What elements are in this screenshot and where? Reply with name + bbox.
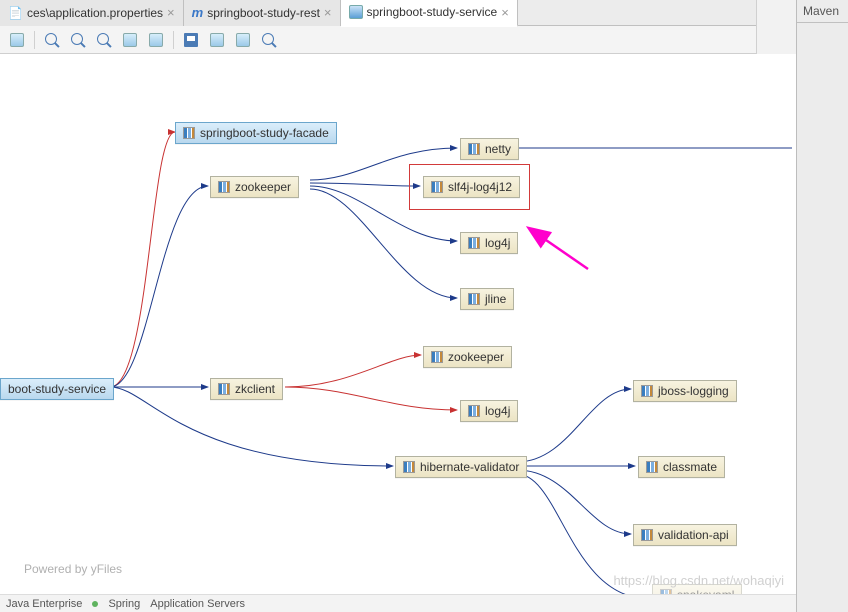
maven-label: Maven	[797, 0, 848, 23]
tab-application-properties[interactable]: 📄 ces\application.properties ×	[0, 0, 184, 26]
file-icon: 📄	[8, 6, 23, 20]
blog-watermark: https://blog.csdn.net/wohaqiyi	[613, 573, 784, 588]
edges-layer	[0, 54, 796, 594]
node-label: zookeeper	[448, 350, 504, 364]
print-button[interactable]	[232, 29, 254, 51]
module-icon	[646, 461, 658, 473]
tab-app-servers[interactable]: Application Servers	[150, 598, 245, 610]
node-label: validation-api	[658, 528, 729, 542]
zoom-reset-button[interactable]	[93, 29, 115, 51]
node-label: jboss-logging	[658, 384, 729, 398]
save-button[interactable]	[180, 29, 202, 51]
close-icon[interactable]: ×	[501, 5, 509, 20]
node-validation-api[interactable]: validation-api	[633, 524, 737, 546]
floppy-icon	[184, 33, 198, 47]
module-icon	[641, 385, 653, 397]
node-label: jline	[485, 292, 506, 306]
node-label: log4j	[485, 236, 510, 250]
node-zookeeper[interactable]: zookeeper	[210, 176, 299, 198]
module-icon	[468, 143, 480, 155]
layout-icon	[10, 33, 24, 47]
zoom-reset-icon	[97, 33, 111, 47]
find-button[interactable]	[258, 29, 280, 51]
group-icon	[149, 33, 163, 47]
dependency-graph-canvas[interactable]: boot-study-service springboot-study-faca…	[0, 54, 796, 594]
node-label: netty	[485, 142, 511, 156]
module-icon	[431, 351, 443, 363]
tab-spring[interactable]: Spring	[108, 598, 140, 610]
zoom-out-button[interactable]	[67, 29, 89, 51]
node-jboss-logging[interactable]: jboss-logging	[633, 380, 737, 402]
node-label: log4j	[485, 404, 510, 418]
node-netty[interactable]: netty	[460, 138, 519, 160]
node-label: zkclient	[235, 382, 275, 396]
node-zkclient[interactable]: zkclient	[210, 378, 283, 400]
node-hibernate-validator[interactable]: hibernate-validator	[395, 456, 527, 478]
node-label: hibernate-validator	[420, 460, 519, 474]
node-facade[interactable]: springboot-study-facade	[175, 122, 337, 144]
fit-icon	[123, 33, 137, 47]
zoom-in-icon	[45, 33, 59, 47]
close-icon[interactable]: ×	[324, 5, 332, 20]
node-label: classmate	[663, 460, 717, 474]
fit-content-button[interactable]	[119, 29, 141, 51]
tab-java-enterprise[interactable]: Java Enterprise	[6, 598, 82, 610]
bottom-tool-tabs: Java Enterprise Spring Application Serve…	[0, 594, 796, 612]
zoom-out-icon	[71, 33, 85, 47]
node-jline[interactable]: jline	[460, 288, 514, 310]
spring-icon	[92, 601, 98, 607]
module-icon	[468, 237, 480, 249]
maven-tool-window[interactable]: Maven	[796, 0, 848, 612]
diagram-toolbar	[0, 26, 848, 54]
tab-springboot-service[interactable]: springboot-study-service ×	[341, 0, 518, 27]
node-label: boot-study-service	[8, 382, 106, 396]
tab-label: springboot-study-service	[367, 5, 498, 19]
node-label: springboot-study-facade	[200, 126, 329, 140]
group-button[interactable]	[145, 29, 167, 51]
export-icon	[210, 33, 224, 47]
module-icon	[641, 529, 653, 541]
module-icon	[403, 461, 415, 473]
node-log4j[interactable]: log4j	[460, 232, 518, 254]
tab-label: springboot-study-rest	[207, 6, 320, 20]
module-icon	[468, 293, 480, 305]
maven-icon: m	[192, 5, 204, 20]
node-label: zookeeper	[235, 180, 291, 194]
dependency-graph-icon	[349, 5, 363, 19]
tab-springboot-rest[interactable]: m springboot-study-rest ×	[184, 0, 341, 26]
separator	[173, 31, 174, 49]
powered-by-label: Powered by yFiles	[24, 562, 122, 576]
node-classmate[interactable]: classmate	[638, 456, 725, 478]
node-root[interactable]: boot-study-service	[0, 378, 114, 400]
module-icon	[218, 383, 230, 395]
module-icon	[183, 127, 195, 139]
export-button[interactable]	[206, 29, 228, 51]
tab-label: ces\application.properties	[27, 6, 163, 20]
highlight-box	[409, 164, 530, 210]
editor-tab-bar: 📄 ces\application.properties × m springb…	[0, 0, 848, 26]
separator	[34, 31, 35, 49]
module-icon	[468, 405, 480, 417]
node-zookeeper-2[interactable]: zookeeper	[423, 346, 512, 368]
search-icon	[262, 33, 276, 47]
layout-button[interactable]	[6, 29, 28, 51]
zoom-in-button[interactable]	[41, 29, 63, 51]
node-log4j-2[interactable]: log4j	[460, 400, 518, 422]
module-icon	[218, 181, 230, 193]
close-icon[interactable]: ×	[167, 5, 175, 20]
print-icon	[236, 33, 250, 47]
